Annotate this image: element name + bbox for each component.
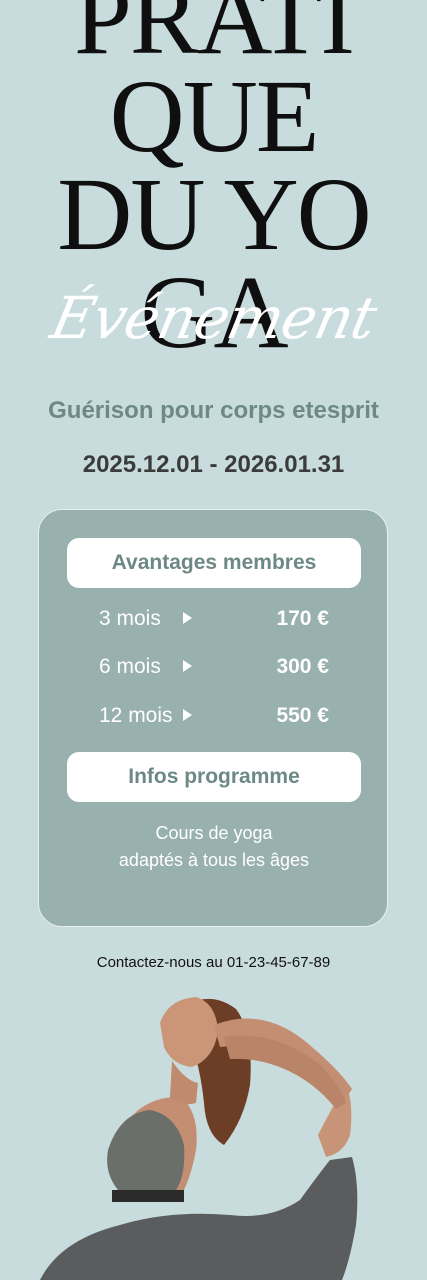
event-dates: 2025.12.01 - 2026.01.31 <box>82 451 345 478</box>
plan-price: 550 € <box>276 704 329 727</box>
plan-duration: 6 mois <box>99 655 161 678</box>
description-line: adaptés à tous les âges <box>118 850 310 870</box>
program-description: Cours de yoga adaptés à tous les âges <box>39 820 389 874</box>
pricing-card: Avantages membres 3 mois 170 € 6 mois 30… <box>38 509 388 927</box>
subtitle: Guérison pour corps etesprit <box>48 397 379 424</box>
play-arrow-icon <box>183 612 192 624</box>
contact-info: Contactez-nous au 01-23-45-67-89 <box>96 954 331 971</box>
members-header: Avantages membres <box>67 538 361 588</box>
title-line-1: PRATI <box>74 0 355 76</box>
plan-row: 12 mois 550 € <box>39 704 389 734</box>
description-line: Cours de yoga <box>155 823 273 843</box>
play-arrow-icon <box>183 709 192 721</box>
title-line-2: QUE <box>109 59 320 174</box>
plan-row: 3 mois 170 € <box>39 607 389 637</box>
plan-duration: 12 mois <box>99 704 173 727</box>
plan-row: 6 mois 300 € <box>39 655 389 685</box>
plan-price: 300 € <box>276 655 329 678</box>
yoga-woman-photo <box>40 997 358 1280</box>
title-line-3: DU YO <box>57 157 372 272</box>
plan-duration: 3 mois <box>99 607 161 630</box>
event-script-label: Événement <box>45 284 382 352</box>
plan-price: 170 € <box>276 607 329 630</box>
program-info-header: Infos programme <box>67 752 361 802</box>
play-arrow-icon <box>183 660 192 672</box>
